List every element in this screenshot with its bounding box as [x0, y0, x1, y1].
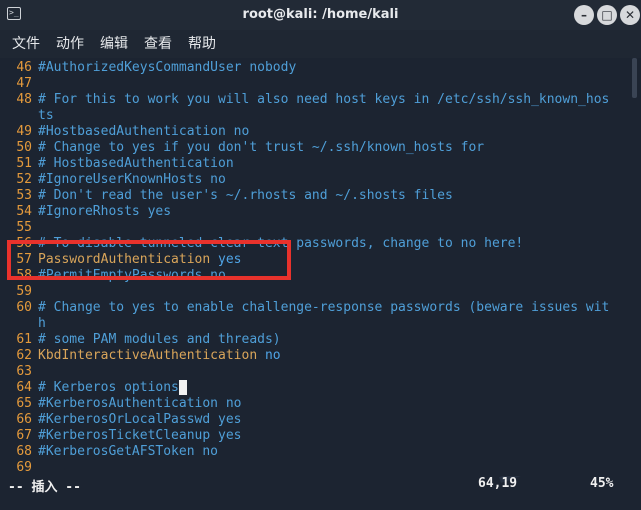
- code-token: #KerberosGetAFSToken no: [38, 444, 219, 459]
- code-token: ts: [38, 108, 54, 123]
- editor-line[interactable]: 50 # Change to yes if you don't trust ~/.…: [0, 140, 641, 156]
- editor-line[interactable]: 63: [0, 364, 641, 380]
- menu-action[interactable]: 动作: [56, 30, 84, 58]
- scroll-percent: 45%: [590, 476, 614, 491]
- line-number: 68: [16, 444, 32, 459]
- editor-line[interactable]: 55: [0, 220, 641, 236]
- line-number: 66: [16, 412, 32, 427]
- line-number: 67: [16, 428, 32, 443]
- code-token: # For this to work you will also need ho…: [38, 92, 610, 107]
- editor-line[interactable]: 51 # HostbasedAuthentication: [0, 156, 641, 172]
- line-text: # Don't read the user's ~/.rhosts and ~/…: [38, 188, 453, 204]
- maximize-button[interactable]: □: [597, 5, 617, 25]
- line-text: #IgnoreRhosts yes: [38, 204, 171, 220]
- code-token: # some PAM modules and threads): [38, 332, 281, 347]
- editor-line[interactable]: 48 # For this to work you will also need …: [0, 92, 641, 108]
- code-token: no: [257, 348, 281, 363]
- line-number: 65: [16, 396, 32, 411]
- line-text: #KerberosTicketCleanup yes: [38, 428, 242, 444]
- editor-line[interactable]: 46 #AuthorizedKeysCommandUser nobody: [0, 60, 641, 76]
- highlight-annotation-box: [7, 240, 291, 280]
- editor-line[interactable]: 67 #KerberosTicketCleanup yes: [0, 428, 641, 444]
- editor-line[interactable]: 53 # Don't read the user's ~/.rhosts and …: [0, 188, 641, 204]
- code-token: #KerberosTicketCleanup yes: [38, 428, 242, 443]
- line-text: #AuthorizedKeysCommandUser nobody: [38, 60, 296, 76]
- editor-line[interactable]: 68 #KerberosGetAFSToken no: [0, 444, 641, 460]
- line-text: #KerberosAuthentication no: [38, 396, 242, 412]
- code-token: # HostbasedAuthentication: [38, 156, 234, 171]
- editor-line[interactable]: 61 # some PAM modules and threads): [0, 332, 641, 348]
- line-number: 50: [16, 140, 32, 155]
- line-number: 63: [16, 364, 32, 379]
- line-text: #KerberosOrLocalPasswd yes: [38, 412, 242, 428]
- line-number: 53: [16, 188, 32, 203]
- line-text: # For this to work you will also need ho…: [38, 92, 609, 108]
- editor-line[interactable]: 66 #KerberosOrLocalPasswd yes: [0, 412, 641, 428]
- code-token: # Kerberos options: [38, 380, 179, 395]
- line-number: 47: [16, 76, 32, 91]
- menu-edit[interactable]: 编辑: [100, 30, 128, 58]
- vim-status-line: -- 插入 -- 64,19 45%: [0, 472, 641, 496]
- scrollbar[interactable]: [632, 58, 637, 98]
- editor-line[interactable]: 65 #KerberosAuthentication no: [0, 396, 641, 412]
- minimize-button[interactable]: –: [574, 5, 594, 25]
- code-token: #AuthorizedKeysCommandUser nobody: [38, 60, 297, 75]
- line-number: 46: [16, 60, 32, 75]
- line-number: 62: [16, 348, 32, 363]
- line-text: # some PAM modules and threads): [38, 332, 281, 348]
- code-token: #KerberosAuthentication no: [38, 396, 242, 411]
- line-text: h: [38, 316, 46, 332]
- editor-line[interactable]: 47: [0, 76, 641, 92]
- cursor-position: 64,19: [478, 476, 518, 491]
- editor-line[interactable]: h: [0, 316, 641, 332]
- menu-bar: 文件 动作 编辑 查看 帮助: [0, 30, 641, 58]
- line-number: 51: [16, 156, 32, 171]
- line-text: # Kerberos options: [38, 380, 187, 396]
- line-text: #HostbasedAuthentication no: [38, 124, 249, 140]
- editor-line[interactable]: 59: [0, 284, 641, 300]
- code-token: # Don't read the user's ~/.rhosts and ~/…: [38, 188, 453, 203]
- line-number: 49: [16, 124, 32, 139]
- text-cursor: [178, 380, 187, 395]
- editor-line[interactable]: 62 KbdInteractiveAuthentication no: [0, 348, 641, 364]
- line-text: KbdInteractiveAuthentication no: [38, 348, 281, 364]
- line-text: # Change to yes to enable challenge-resp…: [38, 300, 609, 316]
- line-text: #KerberosGetAFSToken no: [38, 444, 218, 460]
- line-number: 54: [16, 204, 32, 219]
- line-text: ts: [38, 108, 54, 124]
- line-text: # Change to yes if you don't trust ~/.ss…: [38, 140, 484, 156]
- menu-file[interactable]: 文件: [12, 30, 40, 58]
- editor-line[interactable]: 52 #IgnoreUserKnownHosts no: [0, 172, 641, 188]
- editor-line[interactable]: 49 #HostbasedAuthentication no: [0, 124, 641, 140]
- code-token: #IgnoreUserKnownHosts no: [38, 172, 226, 187]
- menu-help[interactable]: 帮助: [188, 30, 216, 58]
- code-token: KbdInteractiveAuthentication: [38, 348, 258, 363]
- line-number: 60: [16, 300, 32, 315]
- editor-line[interactable]: 60 # Change to yes to enable challenge-re…: [0, 300, 641, 316]
- line-number: 59: [16, 284, 32, 299]
- line-number: 48: [16, 92, 32, 107]
- editor-line[interactable]: 64 # Kerberos options: [0, 380, 641, 396]
- menu-view[interactable]: 查看: [144, 30, 172, 58]
- editor-line[interactable]: 54 #IgnoreRhosts yes: [0, 204, 641, 220]
- line-number: 64: [16, 380, 32, 395]
- line-number: 55: [16, 220, 32, 235]
- code-token: #IgnoreRhosts yes: [38, 204, 172, 219]
- line-text: #IgnoreUserKnownHosts no: [38, 172, 226, 188]
- code-token: # Change to yes to enable challenge-resp…: [38, 300, 610, 315]
- line-text: # HostbasedAuthentication: [38, 156, 234, 172]
- code-token: h: [38, 316, 46, 331]
- window-title: root@kali: /home/kali: [242, 7, 399, 22]
- title-bar: >_ root@kali: /home/kali – □ ✕: [0, 0, 641, 30]
- line-number: 61: [16, 332, 32, 347]
- code-token: #HostbasedAuthentication no: [38, 124, 250, 139]
- code-token: # Change to yes if you don't trust ~/.ss…: [38, 140, 485, 155]
- close-button[interactable]: ✕: [620, 5, 640, 25]
- editor-line[interactable]: ts: [0, 108, 641, 124]
- line-number: 52: [16, 172, 32, 187]
- mode-indicator: -- 插入 --: [8, 480, 81, 495]
- code-token: #KerberosOrLocalPasswd yes: [38, 412, 242, 427]
